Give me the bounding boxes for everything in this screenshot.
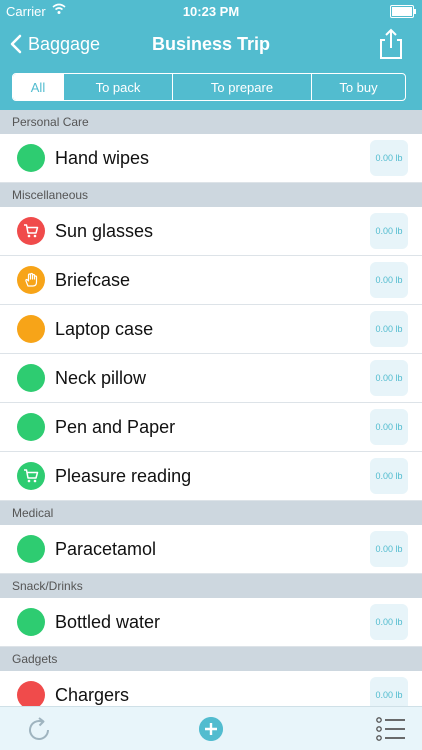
tab-to-buy[interactable]: To buy (311, 74, 405, 100)
page-title: Business Trip (151, 34, 271, 54)
item-label: Pleasure reading (55, 465, 192, 486)
status-dot[interactable] (17, 462, 45, 490)
tab-to-prepare[interactable]: To prepare (172, 74, 311, 100)
cart-icon (24, 469, 39, 483)
weight-badge[interactable]: 0.00 lb (370, 262, 408, 298)
weight-badge[interactable]: 0.00 lb (370, 311, 408, 347)
status-dot[interactable] (17, 217, 45, 245)
weight-badge[interactable]: 0.00 lb (370, 360, 408, 396)
status-dot[interactable] (17, 315, 45, 343)
status-bar: Carrier 10:23 PM (0, 0, 422, 22)
item-list[interactable]: Personal Care Hand wipes 0.00 lb Miscell… (0, 110, 422, 706)
status-dot[interactable] (17, 681, 45, 706)
item-label: Paracetamol (55, 538, 157, 559)
list-item[interactable]: Laptop case 0.00 lb (0, 305, 422, 354)
item-label: Hand wipes (55, 147, 150, 168)
weight-badge[interactable]: 0.00 lb (370, 677, 408, 706)
item-label: Pen and Paper (55, 416, 176, 437)
list-item[interactable]: Bottled water 0.00 lb (0, 598, 422, 647)
item-label: Laptop case (55, 318, 154, 339)
clock-label: 10:23 PM (182, 4, 240, 19)
list-item[interactable]: Neck pillow 0.00 lb (0, 354, 422, 403)
list-item[interactable]: Hand wipes 0.00 lb (0, 134, 422, 183)
item-label: Briefcase (55, 269, 131, 290)
weight-badge[interactable]: 0.00 lb (370, 458, 408, 494)
battery-icon (390, 5, 416, 18)
weight-badge[interactable]: 0.00 lb (370, 531, 408, 567)
tab-to-pack[interactable]: To pack (63, 74, 172, 100)
list-item[interactable]: Pen and Paper 0.00 lb (0, 403, 422, 452)
item-label: Sun glasses (55, 220, 154, 241)
section-header: Miscellaneous (0, 183, 422, 207)
status-dot[interactable] (17, 144, 45, 172)
item-label: Neck pillow (55, 367, 147, 388)
item-label: Bottled water (55, 611, 161, 632)
hand-icon (25, 272, 38, 287)
cart-icon (24, 224, 39, 238)
weight-badge[interactable]: 0.00 lb (370, 604, 408, 640)
filter-bar: All To pack To prepare To buy (0, 66, 422, 110)
weight-badge[interactable]: 0.00 lb (370, 140, 408, 176)
status-dot[interactable] (17, 364, 45, 392)
weight-badge[interactable]: 0.00 lb (370, 409, 408, 445)
list-item[interactable]: Sun glasses 0.00 lb (0, 207, 422, 256)
list-item[interactable]: Pleasure reading 0.00 lb (0, 452, 422, 501)
status-dot[interactable] (17, 266, 45, 294)
list-item[interactable]: Paracetamol 0.00 lb (0, 525, 422, 574)
bottom-toolbar (0, 706, 422, 750)
add-item-button[interactable] (199, 717, 223, 741)
filter-segmented-control: All To pack To prepare To buy (12, 73, 406, 101)
section-header: Medical (0, 501, 422, 525)
status-dot[interactable] (17, 535, 45, 563)
share-icon[interactable] (376, 28, 406, 60)
refresh-icon[interactable] (24, 715, 54, 745)
list-item[interactable]: Briefcase 0.00 lb (0, 256, 422, 305)
item-label: Chargers (55, 684, 130, 705)
weight-badge[interactable]: 0.00 lb (370, 213, 408, 249)
navigation-bar: Baggage Business Trip (0, 22, 422, 66)
section-header: Personal Care (0, 110, 422, 134)
list-item[interactable]: Chargers 0.00 lb (0, 671, 422, 706)
tab-all[interactable]: All (13, 74, 63, 100)
status-dot[interactable] (17, 608, 45, 636)
status-dot[interactable] (17, 413, 45, 441)
section-header: Gadgets (0, 647, 422, 671)
list-view-icon[interactable] (376, 716, 406, 742)
section-header: Snack/Drinks (0, 574, 422, 598)
